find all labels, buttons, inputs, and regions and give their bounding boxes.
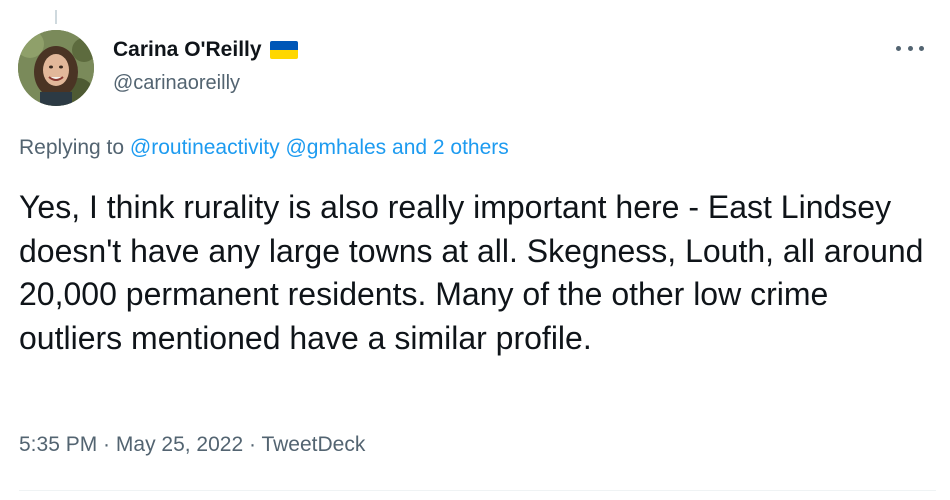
tweet-date[interactable]: May 25, 2022 — [116, 433, 243, 456]
mention-gmhales[interactable]: @gmhales — [285, 136, 386, 159]
meta-separator: · — [97, 433, 116, 456]
author-display-name[interactable]: Carina O'Reilly — [113, 38, 262, 62]
mention-others-link[interactable]: and 2 others — [392, 136, 509, 159]
ukraine-flag-icon — [269, 41, 298, 59]
avatar[interactable] — [18, 30, 94, 106]
divider — [19, 490, 936, 491]
thread-connector-line — [55, 10, 57, 24]
replying-prefix: Replying to — [19, 136, 125, 159]
tweet-source[interactable]: TweetDeck — [261, 433, 365, 456]
mention-routineactivity[interactable]: @routineactivity — [130, 136, 280, 159]
replying-to-line: Replying to @routineactivity @gmhales an… — [19, 136, 509, 160]
author-handle[interactable]: @carinaoreilly — [113, 72, 240, 95]
author-name-row: Carina O'Reilly — [113, 38, 298, 62]
avatar-image — [18, 30, 94, 106]
dot-icon — [896, 45, 901, 51]
meta-separator: · — [243, 433, 262, 456]
tweet-text: Yes, I think rurality is also really imp… — [19, 189, 933, 356]
dot-icon — [907, 45, 913, 51]
tweet-metadata: 5:35 PM · May 25, 2022 · TweetDeck — [19, 433, 365, 457]
more-options-icon[interactable] — [896, 38, 924, 58]
tweet-time[interactable]: 5:35 PM — [19, 433, 97, 456]
dot-icon — [919, 45, 924, 51]
